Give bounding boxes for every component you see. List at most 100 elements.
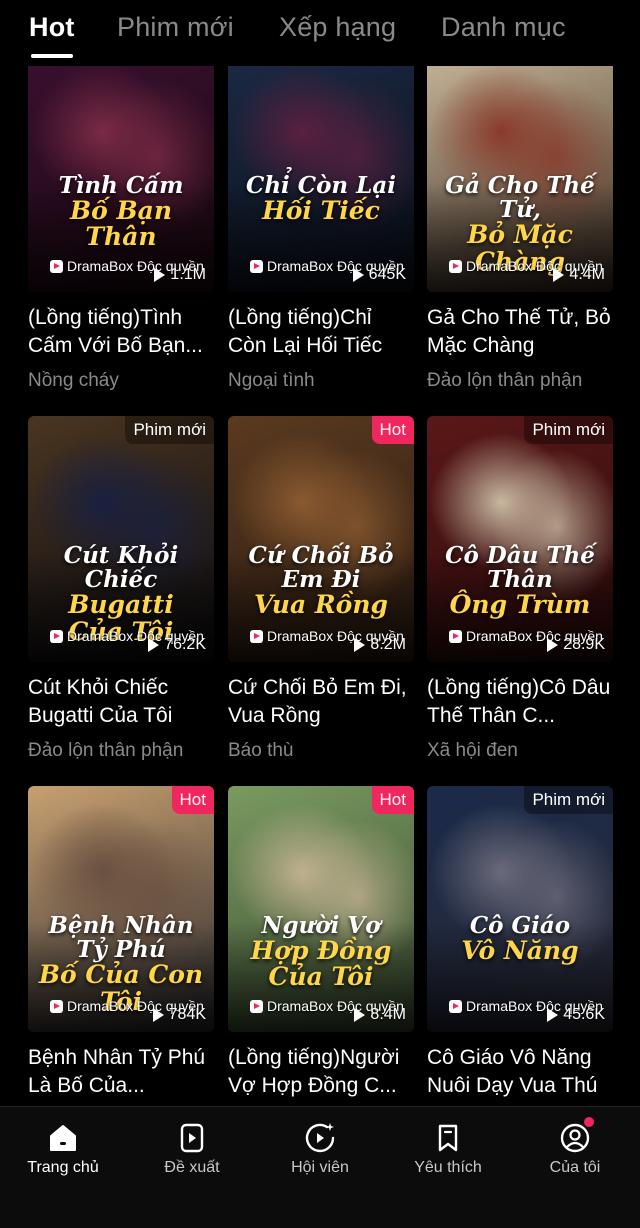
drama-card[interactable]: Phim mới Cô Giáo Vô Năng DramaBox Độc qu…	[427, 786, 613, 1146]
dramabox-logo-icon	[449, 999, 462, 1013]
nav-de-xuat[interactable]: Đề xuất	[137, 1121, 247, 1177]
poster[interactable]: Gả Cho Thế Tử, Bỏ Mặc Chàng DramaBox Độc…	[427, 46, 613, 292]
card-title[interactable]: Bệnh Nhân Tỷ Phú Là Bố Của...	[28, 1044, 214, 1100]
poster[interactable]: Hot Người Vợ Hợp Đồng Của Tôi DramaBox Đ…	[228, 786, 414, 1032]
view-count: 28.9K	[547, 636, 605, 654]
play-card-icon	[175, 1121, 209, 1155]
play-icon	[148, 638, 160, 652]
poster-title-line: Cút Khỏi Chiếc	[63, 542, 179, 594]
top-tab-bar: Hot Phim mới Xếp hạng Danh mục	[0, 0, 640, 66]
view-count: 8.4M	[354, 1006, 406, 1024]
card-title[interactable]: Cô Giáo Vô Năng Nuôi Dạy Vua Thú	[427, 1044, 613, 1100]
poster[interactable]: Tình Cấm Bố Bạn Thân DramaBox Độc quyền …	[28, 46, 214, 292]
poster[interactable]: Phim mới Cô Giáo Vô Năng DramaBox Độc qu…	[427, 786, 613, 1032]
play-icon	[547, 1008, 559, 1022]
poster[interactable]: Phim mới Cút Khỏi Chiếc Bugatti Của Tôi …	[28, 416, 214, 662]
play-icon	[547, 638, 559, 652]
dramabox-logo-icon	[449, 259, 462, 273]
view-count-value: 4.4M	[569, 266, 605, 283]
poster-title-line: Cứ Chối Bỏ Em Đi	[248, 542, 394, 594]
drama-card[interactable]: Tình Cấm Bố Bạn Thân DramaBox Độc quyền …	[28, 46, 214, 406]
card-genre: Xã hội đen	[427, 740, 518, 761]
drama-card[interactable]: Hot Cứ Chối Bỏ Em Đi Vua Rồng DramaBox Đ…	[228, 416, 414, 776]
nav-hoi-vien[interactable]: Hội viên	[265, 1121, 375, 1177]
nav-label: Của tôi	[549, 1159, 601, 1176]
card-title[interactable]: Gả Cho Thế Tử, Bỏ Mặc Chàng	[427, 304, 613, 360]
poster-title-line: Vua Rồng	[254, 590, 388, 620]
view-count-value: 1.1M	[170, 266, 206, 283]
tab-hot[interactable]: Hot	[29, 12, 75, 43]
poster-title-line: Bệnh Nhân Tỷ Phú	[48, 912, 194, 964]
hot-badge: Hot	[371, 786, 414, 814]
dramabox-logo-icon	[449, 629, 462, 643]
tab-danh-muc[interactable]: Danh mục	[441, 12, 566, 43]
nav-label: Trang chủ	[27, 1159, 99, 1176]
dramabox-logo-icon	[250, 999, 263, 1013]
tab-xep-hang[interactable]: Xếp hạng	[279, 12, 396, 43]
drama-card[interactable]: Hot Bệnh Nhân Tỷ Phú Bố Của Con Tôi Dram…	[28, 786, 214, 1146]
play-icon	[154, 268, 166, 282]
drama-card[interactable]: Phim mới Cô Dâu Thế Thân Ông Trùm DramaB…	[427, 416, 613, 776]
nav-label: Yêu thích	[414, 1159, 482, 1176]
card-title[interactable]: Cứ Chối Bỏ Em Đi, Vua Rồng	[228, 674, 414, 730]
card-genre: Đảo lộn thân phận	[427, 370, 583, 391]
nav-label: Hội viên	[291, 1159, 349, 1176]
play-icon	[354, 638, 366, 652]
bottom-nav: Trang chủ Đề xuất Hội viên Yêu thích Của…	[0, 1106, 640, 1228]
poster-title: Tình Cấm Bố Bạn Thân	[38, 172, 204, 251]
play-icon	[553, 268, 565, 282]
vip-play-icon	[303, 1121, 337, 1155]
poster-title-line: Gả Cho Thế Tử,	[445, 172, 595, 224]
play-icon	[152, 1008, 164, 1022]
notification-dot	[584, 1117, 594, 1127]
view-count: 45.6K	[547, 1006, 605, 1024]
view-count-value: 645K	[368, 266, 406, 283]
hot-badge: Hot	[371, 416, 414, 444]
view-count: 645K	[352, 266, 406, 284]
new-badge: Phim mới	[524, 416, 613, 444]
poster[interactable]: Hot Cứ Chối Bỏ Em Đi Vua Rồng DramaBox Đ…	[228, 416, 414, 662]
view-count: 76.2K	[148, 636, 206, 654]
play-icon	[354, 1008, 366, 1022]
drama-card[interactable]: Chỉ Còn Lại Hối Tiếc DramaBox Độc quyền …	[228, 46, 414, 406]
nav-cua-toi[interactable]: Của tôi	[520, 1117, 630, 1177]
card-title[interactable]: (Lồng tiếng)Người Vợ Hợp Đồng C...	[228, 1044, 414, 1100]
view-count: 1.1M	[154, 266, 206, 284]
drama-card[interactable]: Hot Người Vợ Hợp Đồng Của Tôi DramaBox Đ…	[228, 786, 414, 1146]
view-count-value: 76.2K	[164, 636, 206, 653]
view-count-value: 28.9K	[563, 636, 605, 653]
card-genre: Đảo lộn thân phận	[28, 740, 184, 761]
profile-icon	[558, 1117, 594, 1155]
tab-phim-moi[interactable]: Phim mới	[117, 12, 234, 43]
poster-title: Cô Dâu Thế Thân Ông Trùm	[437, 542, 603, 620]
card-title[interactable]: (Lồng tiếng)Chỉ Còn Lại Hối Tiếc	[228, 304, 414, 360]
poster-title-line: Ông Trùm	[449, 590, 591, 620]
dramabox-logo-icon	[250, 629, 263, 643]
card-title[interactable]: (Lồng tiếng)Tình Cấm Với Bố Bạn...	[28, 304, 214, 360]
drama-card[interactable]: Phim mới Cút Khỏi Chiếc Bugatti Của Tôi …	[28, 416, 214, 776]
view-count-value: 45.6K	[563, 1006, 605, 1023]
card-genre: Báo thù	[228, 740, 294, 761]
poster-title-line: Tình Cấm	[58, 172, 184, 199]
bookmark-icon	[431, 1121, 465, 1155]
poster[interactable]: Hot Bệnh Nhân Tỷ Phú Bố Của Con Tôi Dram…	[28, 786, 214, 1032]
card-genre: Ngoại tình	[228, 370, 315, 391]
poster-title-line: Cô Dâu Thế Thân	[445, 542, 595, 594]
view-count-value: 784K	[168, 1006, 206, 1023]
drama-card[interactable]: Gả Cho Thế Tử, Bỏ Mặc Chàng DramaBox Độc…	[427, 46, 613, 406]
nav-trang-chu[interactable]: Trang chủ	[8, 1121, 118, 1177]
nav-label: Đề xuất	[164, 1159, 220, 1176]
poster[interactable]: Phim mới Cô Dâu Thế Thân Ông Trùm DramaB…	[427, 416, 613, 662]
poster-title: Chỉ Còn Lại Hối Tiếc	[238, 173, 404, 226]
card-title[interactable]: (Lồng tiếng)Cô Dâu Thế Thân C...	[427, 674, 613, 730]
hot-badge: Hot	[171, 786, 214, 814]
nav-yeu-thich[interactable]: Yêu thích	[393, 1121, 503, 1177]
card-title[interactable]: Cút Khỏi Chiếc Bugatti Của Tôi	[28, 674, 214, 730]
poster-title-line: Người Vợ	[261, 912, 381, 939]
poster-title-line: Hối Tiếc	[262, 196, 380, 226]
dramabox-logo-icon	[50, 999, 63, 1013]
view-count: 784K	[152, 1006, 206, 1024]
poster[interactable]: Chỉ Còn Lại Hối Tiếc DramaBox Độc quyền …	[228, 46, 414, 292]
new-badge: Phim mới	[524, 786, 613, 814]
poster-title-line: Hợp Đồng Của Tôi	[250, 936, 392, 992]
